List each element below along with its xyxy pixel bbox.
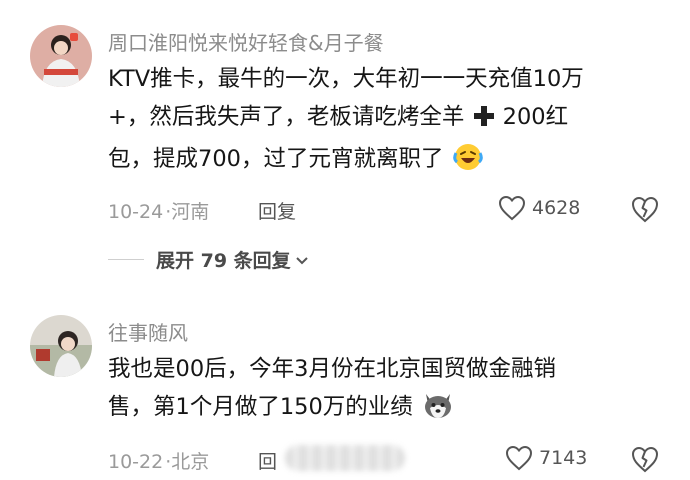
divider-line [108,259,144,260]
avatar-image [30,25,92,87]
like-button[interactable]: 4628 [498,195,580,221]
broken-heart-icon [631,446,659,473]
comment-date: 10-24 [108,201,164,223]
comment-item: 周口淮阳悦来悦好轻食&月子餐 KTV推卡，最牛的一次，大年初一一天充值10万 +… [0,0,690,290]
comment-line-part: +，然后我失声了，老板请吃烤全羊 [108,104,465,130]
comment-location: 北京 [171,451,210,473]
comment-line-part: 200红 [495,104,569,130]
comment-text: KTV推卡，最牛的一次，大年初一一天充值10万 +，然后我失声了，老板请吃烤全羊… [108,60,663,184]
comment-meta: 10-24 ·河南 [108,197,209,224]
comment-author[interactable]: 往事随风 [108,317,188,346]
heart-outline-icon [498,195,526,221]
broken-heart-icon [631,196,659,223]
heart-outline-icon [505,445,533,471]
comment-meta: 10-22 ·北京 [108,447,209,474]
reply-button[interactable]: 回 [258,447,277,474]
like-button[interactable]: 7143 [505,445,587,471]
comment-location: 河南 [171,201,210,223]
reply-button[interactable]: 回复 [258,197,296,224]
comment-text: 我也是00后，今年3月份在北京国贸做金融销 售，第1个月做了150万的业绩 [108,350,663,432]
expand-replies-button[interactable]: 展开 79 条回复 [108,246,309,273]
avatar[interactable] [30,25,92,87]
dislike-button[interactable] [630,195,660,227]
expand-replies-label: 展开 79 条回复 [156,250,291,272]
dislike-button[interactable] [630,445,660,477]
comment-line-part: 包，提成700，过了元宵就离职了 [108,146,444,172]
plus-icon [472,102,496,140]
comment-line: 我也是00后，今年3月份在北京国贸做金融销 [108,356,556,382]
comment-line: 售，第1个月做了150万的业绩 [108,388,663,432]
like-count: 4628 [532,197,581,219]
laughing-crying-emoji-icon [452,142,483,184]
comment-line: KTV推卡，最牛的一次，大年初一一天充值10万 [108,66,584,92]
avatar-image [30,315,92,377]
avatar[interactable] [30,315,92,377]
chevron-down-icon [295,249,309,271]
husky-dog-emoji-icon [422,390,454,432]
comment-author[interactable]: 周口淮阳悦来悦好轻食&月子餐 [108,27,384,56]
comment-line-part: 售，第1个月做了150万的业绩 [108,394,413,420]
comment-item: 往事随风 我也是00后，今年3月份在北京国贸做金融销 售，第1个月做了150万的… [0,290,690,480]
comment-line: 包，提成700，过了元宵就离职了 [108,140,663,184]
comment-line: +，然后我失声了，老板请吃烤全羊 200红 [108,98,663,140]
like-count: 7143 [539,447,588,469]
comment-date: 10-22 [108,451,164,473]
blurred-overlay [285,445,405,471]
